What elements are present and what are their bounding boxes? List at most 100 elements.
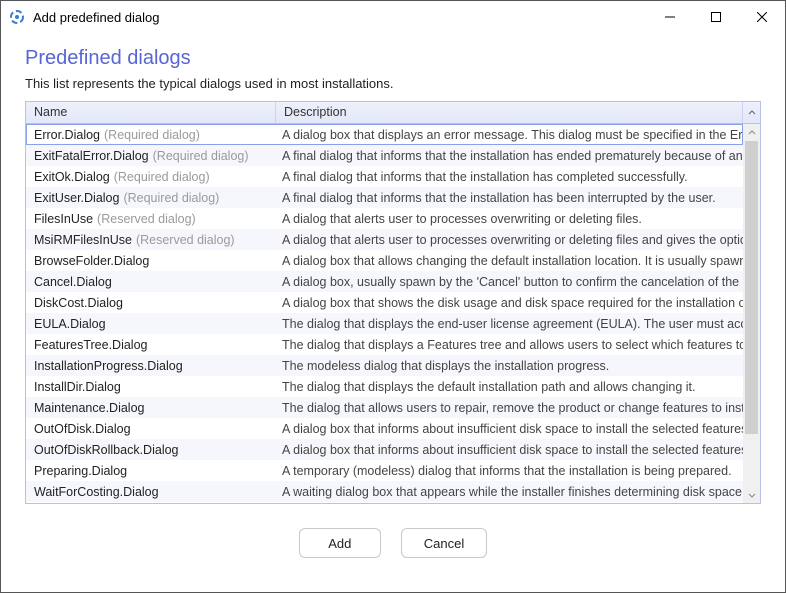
dialog-name: ExitUser.Dialog bbox=[34, 191, 119, 205]
dialog-tag: (Required dialog) bbox=[123, 191, 219, 205]
table-row[interactable]: OutOfDisk.Dialog A dialog box that inform… bbox=[26, 418, 743, 439]
dialog-description-cell: A final dialog that informs that the ins… bbox=[276, 191, 743, 205]
dialog-name-cell: ExitFatalError.Dialog (Required dialog) bbox=[26, 149, 276, 163]
table-row[interactable]: Cancel.Dialog A dialog box, usually spawn… bbox=[26, 271, 743, 292]
dialogs-table: Name Description Error.Dialog (Required d… bbox=[25, 101, 761, 504]
dialog-footer: Add Cancel bbox=[25, 504, 761, 558]
table-row[interactable]: Preparing.Dialog A temporary (modeless) d… bbox=[26, 460, 743, 481]
dialog-description-cell: The dialog that allows users to repair, … bbox=[276, 401, 743, 415]
dialog-name: Error.Dialog bbox=[34, 128, 100, 142]
table-row[interactable]: InstallDir.Dialog The dialog that display… bbox=[26, 376, 743, 397]
table-row[interactable]: WaitForCosting.Dialog A waiting dialog bo… bbox=[26, 481, 743, 502]
vertical-scrollbar[interactable] bbox=[743, 124, 760, 503]
table-row[interactable]: Maintenance.Dialog The dialog that allows… bbox=[26, 397, 743, 418]
dialog-name: InstallationProgress.Dialog bbox=[34, 359, 183, 373]
window-title: Add predefined dialog bbox=[33, 10, 160, 25]
table-row[interactable]: OutOfDiskRollback.Dialog A dialog box tha… bbox=[26, 439, 743, 460]
dialog-description-cell: The dialog that displays the end-user li… bbox=[276, 317, 743, 331]
dialog-name-cell: FeaturesTree.Dialog bbox=[26, 338, 276, 352]
table-row[interactable]: Error.Dialog (Required dialog) A dialog bo… bbox=[26, 124, 743, 145]
dialog-description-cell: A temporary (modeless) dialog that infor… bbox=[276, 464, 743, 478]
dialog-tag: (Required dialog) bbox=[114, 170, 210, 184]
dialog-name-cell: WaitForCosting.Dialog bbox=[26, 485, 276, 499]
dialog-description-cell: A dialog box that informs about insuffic… bbox=[276, 422, 743, 436]
window-titlebar: Add predefined dialog bbox=[1, 1, 785, 33]
table-row[interactable]: BrowseFolder.Dialog A dialog box that all… bbox=[26, 250, 743, 271]
table-row[interactable]: InstallationProgress.Dialog The modeless … bbox=[26, 355, 743, 376]
dialog-name: Preparing.Dialog bbox=[34, 464, 127, 478]
dialog-name-cell: OutOfDiskRollback.Dialog bbox=[26, 443, 276, 457]
dialog-description-cell: A dialog box, usually spawn by the 'Canc… bbox=[276, 275, 743, 289]
add-button[interactable]: Add bbox=[299, 528, 381, 558]
column-header-description[interactable]: Description bbox=[276, 102, 743, 123]
dialog-name-cell: BrowseFolder.Dialog bbox=[26, 254, 276, 268]
dialog-name: BrowseFolder.Dialog bbox=[34, 254, 149, 268]
dialog-name: DiskCost.Dialog bbox=[34, 296, 123, 310]
column-header-name[interactable]: Name bbox=[26, 102, 276, 123]
dialog-name: ExitOk.Dialog bbox=[34, 170, 110, 184]
dialog-name-cell: EULA.Dialog bbox=[26, 317, 276, 331]
window-maximize-button[interactable] bbox=[693, 1, 739, 33]
dialog-description-cell: A dialog box that allows changing the de… bbox=[276, 254, 743, 268]
dialog-name-cell: Maintenance.Dialog bbox=[26, 401, 276, 415]
scroll-down-icon[interactable] bbox=[743, 486, 760, 503]
dialog-name: EULA.Dialog bbox=[34, 317, 106, 331]
dialog-name-cell: DiskCost.Dialog bbox=[26, 296, 276, 310]
dialog-description-cell: A final dialog that informs that the ins… bbox=[276, 149, 743, 163]
table-row[interactable]: ExitFatalError.Dialog (Required dialog) A … bbox=[26, 145, 743, 166]
app-icon bbox=[9, 9, 25, 25]
dialog-name-cell: InstallDir.Dialog bbox=[26, 380, 276, 394]
dialog-description-cell: A dialog box that informs about insuffic… bbox=[276, 443, 743, 457]
column-header-scroll-up-icon[interactable] bbox=[743, 102, 760, 123]
dialog-name: WaitForCosting.Dialog bbox=[34, 485, 159, 499]
dialog-name: Cancel.Dialog bbox=[34, 275, 112, 289]
dialog-tag: (Required dialog) bbox=[104, 128, 200, 142]
dialog-name-cell: ExitUser.Dialog (Required dialog) bbox=[26, 191, 276, 205]
dialog-tag: (Reserved dialog) bbox=[136, 233, 235, 247]
dialog-description-cell: A dialog box that shows the disk usage a… bbox=[276, 296, 743, 310]
dialog-name: ExitFatalError.Dialog bbox=[34, 149, 149, 163]
dialog-name-cell: InstallationProgress.Dialog bbox=[26, 359, 276, 373]
dialog-name-cell: Error.Dialog (Required dialog) bbox=[26, 128, 276, 142]
table-row[interactable]: MsiRMFilesInUse (Reserved dialog) A dialog… bbox=[26, 229, 743, 250]
dialog-description-cell: A dialog that alerts user to processes o… bbox=[276, 233, 743, 247]
table-row[interactable]: DiskCost.Dialog A dialog box that shows t… bbox=[26, 292, 743, 313]
window-close-button[interactable] bbox=[739, 1, 785, 33]
dialog-name: FilesInUse bbox=[34, 212, 93, 226]
dialog-name: MsiRMFilesInUse bbox=[34, 233, 132, 247]
scrollbar-track[interactable] bbox=[743, 141, 760, 486]
dialog-name: OutOfDiskRollback.Dialog bbox=[34, 443, 179, 457]
dialog-name: Maintenance.Dialog bbox=[34, 401, 145, 415]
dialog-tag: (Required dialog) bbox=[153, 149, 249, 163]
table-row[interactable]: FilesInUse (Reserved dialog) A dialog that… bbox=[26, 208, 743, 229]
dialog-description-cell: A final dialog that informs that the ins… bbox=[276, 170, 743, 184]
page-title: Predefined dialogs bbox=[25, 47, 761, 70]
table-body: Error.Dialog (Required dialog) A dialog bo… bbox=[26, 124, 760, 503]
dialog-name-cell: ExitOk.Dialog (Required dialog) bbox=[26, 170, 276, 184]
dialog-name: FeaturesTree.Dialog bbox=[34, 338, 147, 352]
dialog-name: InstallDir.Dialog bbox=[34, 380, 121, 394]
table-header: Name Description bbox=[26, 102, 760, 124]
table-row[interactable]: ExitOk.Dialog (Required dialog) A final di… bbox=[26, 166, 743, 187]
dialog-name-cell: MsiRMFilesInUse (Reserved dialog) bbox=[26, 233, 276, 247]
table-row[interactable]: EULA.Dialog The dialog that displays the … bbox=[26, 313, 743, 334]
scroll-up-icon[interactable] bbox=[743, 124, 760, 141]
dialog-description-cell: The modeless dialog that displays the in… bbox=[276, 359, 743, 373]
dialog-name: OutOfDisk.Dialog bbox=[34, 422, 131, 436]
dialog-description-cell: A dialog that alerts user to processes o… bbox=[276, 212, 743, 226]
dialog-description-cell: The dialog that displays the default ins… bbox=[276, 380, 743, 394]
scrollbar-thumb[interactable] bbox=[745, 141, 758, 434]
window-minimize-button[interactable] bbox=[647, 1, 693, 33]
page-subtitle: This list represents the typical dialogs… bbox=[25, 76, 761, 91]
dialog-description-cell: A waiting dialog box that appears while … bbox=[276, 485, 743, 499]
dialog-content: Predefined dialogs This list represents … bbox=[1, 33, 785, 558]
dialog-tag: (Reserved dialog) bbox=[97, 212, 196, 226]
table-row[interactable]: FeaturesTree.Dialog The dialog that displ… bbox=[26, 334, 743, 355]
table-row[interactable]: ExitUser.Dialog (Required dialog) A final … bbox=[26, 187, 743, 208]
dialog-name-cell: FilesInUse (Reserved dialog) bbox=[26, 212, 276, 226]
dialog-name-cell: OutOfDisk.Dialog bbox=[26, 422, 276, 436]
dialog-description-cell: The dialog that displays a Features tree… bbox=[276, 338, 743, 352]
dialog-name-cell: Cancel.Dialog bbox=[26, 275, 276, 289]
cancel-button[interactable]: Cancel bbox=[401, 528, 487, 558]
dialog-description-cell: A dialog box that displays an error mess… bbox=[276, 128, 743, 142]
